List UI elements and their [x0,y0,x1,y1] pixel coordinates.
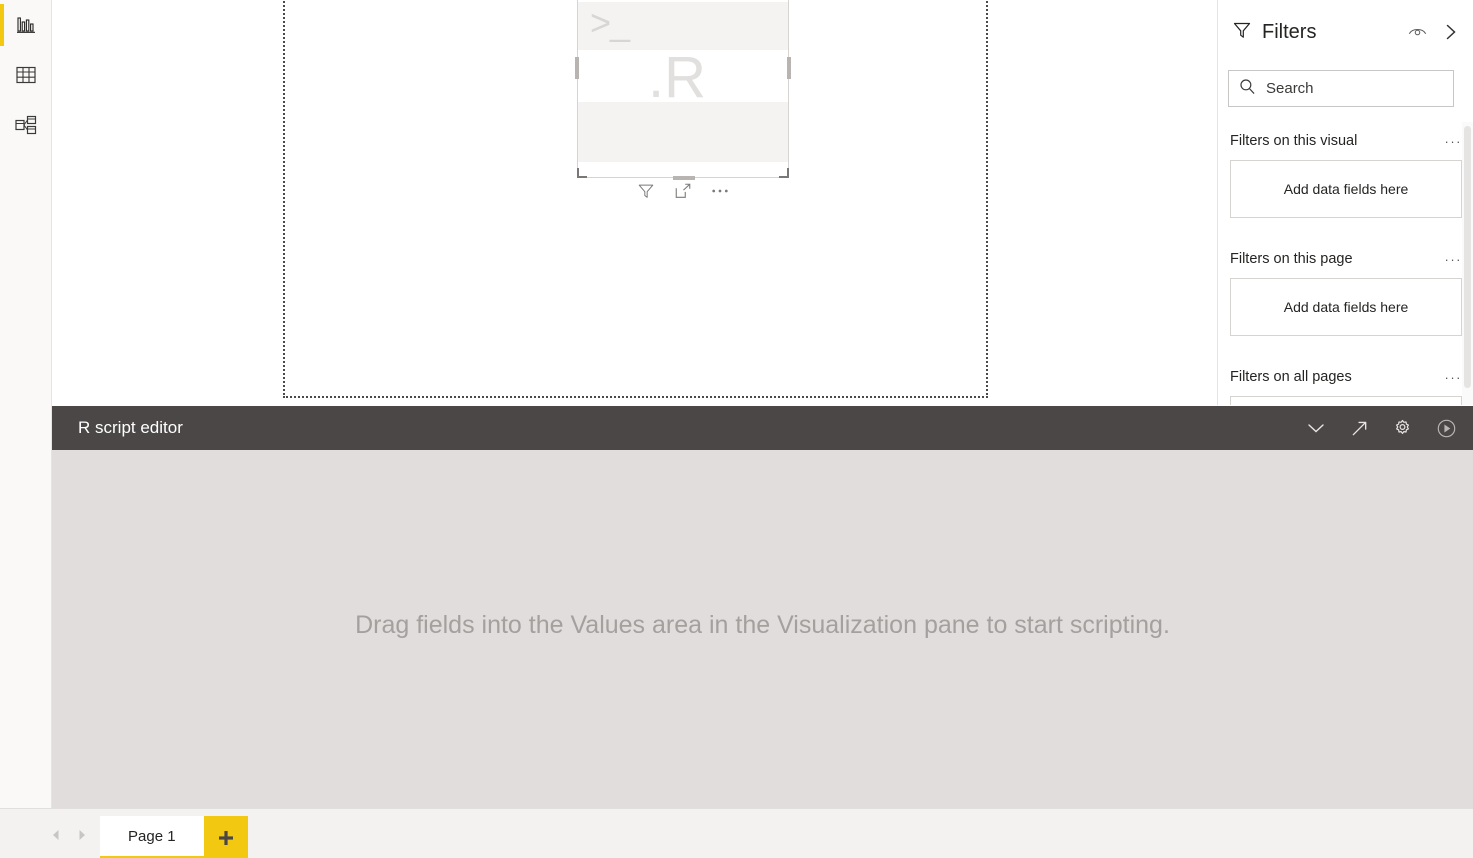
r-file-glyph: .R [648,45,706,110]
play-circle-icon[interactable] [1436,418,1457,439]
filter-dropzone[interactable]: Add data fields here [1230,160,1462,218]
bar-chart-icon [16,15,36,35]
focus-expand-icon[interactable] [674,182,692,200]
filter-section-page: Filters on this page ··· Add data fields… [1218,240,1473,336]
filters-header-actions [1408,23,1459,41]
r-script-editor-actions [1306,418,1457,439]
plus-icon [218,831,233,845]
resize-handle-bottom-left[interactable] [577,168,587,178]
filter-section-all-pages: Filters on all pages ··· Add data fields… [1218,358,1473,405]
filter-section-title: Filters on all pages [1230,369,1352,385]
visual-band [578,102,788,162]
search-icon [1239,78,1256,100]
filter-section-menu-icon[interactable]: ··· [1445,370,1463,385]
report-canvas[interactable]: Select or drag fields to populate this v… [52,0,1216,405]
sidebar-item-report-view[interactable] [0,0,52,50]
filters-pane-header: Filters [1218,10,1473,54]
inactive-view-accent [0,104,4,146]
r-prompt-glyph: >_ [590,2,630,43]
search-placeholder: Search [1266,80,1314,97]
chevron-down-icon[interactable] [1306,421,1326,435]
filters-sections-list: Filters on this visual ··· Add data fiel… [1218,122,1473,405]
arrow-up-right-icon[interactable] [1350,419,1369,438]
filters-pane: Filters Search Filters on this visual ··… [1217,0,1473,405]
sidebar-item-data-view[interactable] [0,50,52,100]
r-script-visual-placeholder[interactable]: Select or drag fields to populate this v… [575,0,791,180]
filter-section-title: Filters on this page [1230,251,1353,267]
search-input[interactable]: Search [1228,70,1454,107]
view-rail [0,0,52,810]
filter-section-visual: Filters on this visual ··· Add data fiel… [1218,122,1473,218]
inactive-view-accent [0,54,4,96]
ellipsis-icon[interactable] [711,188,729,194]
filter-dropzone[interactable]: Add data fields here [1230,396,1462,405]
add-page-button[interactable] [203,816,248,858]
eye-icon[interactable] [1408,25,1427,39]
caret-left-icon[interactable] [50,828,62,842]
resize-handle-bottom-right[interactable] [779,168,789,178]
filters-pane-scrollbar-thumb[interactable] [1464,126,1471,388]
r-script-editor-empty-message: Drag fields into the Values area in the … [355,610,1170,639]
caret-right-icon[interactable] [76,828,88,842]
r-script-editor-body[interactable]: Drag fields into the Values area in the … [52,450,1473,808]
chevron-right-icon[interactable] [1443,23,1459,41]
resize-handle-left[interactable] [575,57,579,79]
page-nav-arrows [50,818,88,852]
filter-section-header: Filters on all pages ··· [1230,358,1462,396]
active-view-accent [0,4,4,46]
sidebar-item-model-view[interactable] [0,100,52,150]
filter-section-menu-icon[interactable]: ··· [1445,252,1463,267]
funnel-icon[interactable] [637,182,655,200]
filters-pane-title: Filters [1262,20,1317,43]
filter-section-menu-icon[interactable]: ··· [1445,134,1463,149]
filter-dropzone[interactable]: Add data fields here [1230,278,1462,336]
visual-hover-toolbar [637,182,729,200]
model-relationships-icon [15,115,37,135]
page-tabs: Page 1 [100,816,248,858]
report-page-frame: Select or drag fields to populate this v… [283,0,988,398]
page-tab-page-1[interactable]: Page 1 [100,816,204,858]
filter-section-header: Filters on this page ··· [1230,240,1462,278]
r-script-editor-title: R script editor [78,418,183,437]
resize-handle-bottom[interactable] [673,176,695,180]
gear-icon[interactable] [1393,419,1412,438]
table-icon [16,66,36,84]
resize-handle-right[interactable] [787,57,791,79]
r-script-editor-header: R script editor [52,406,1473,450]
power-bi-report-window: Select or drag fields to populate this v… [0,0,1473,858]
page-tab-bar: Page 1 [0,808,1473,858]
filter-section-title: Filters on this visual [1230,133,1358,149]
filter-section-header: Filters on this visual ··· [1230,122,1462,160]
funnel-icon [1232,20,1252,45]
